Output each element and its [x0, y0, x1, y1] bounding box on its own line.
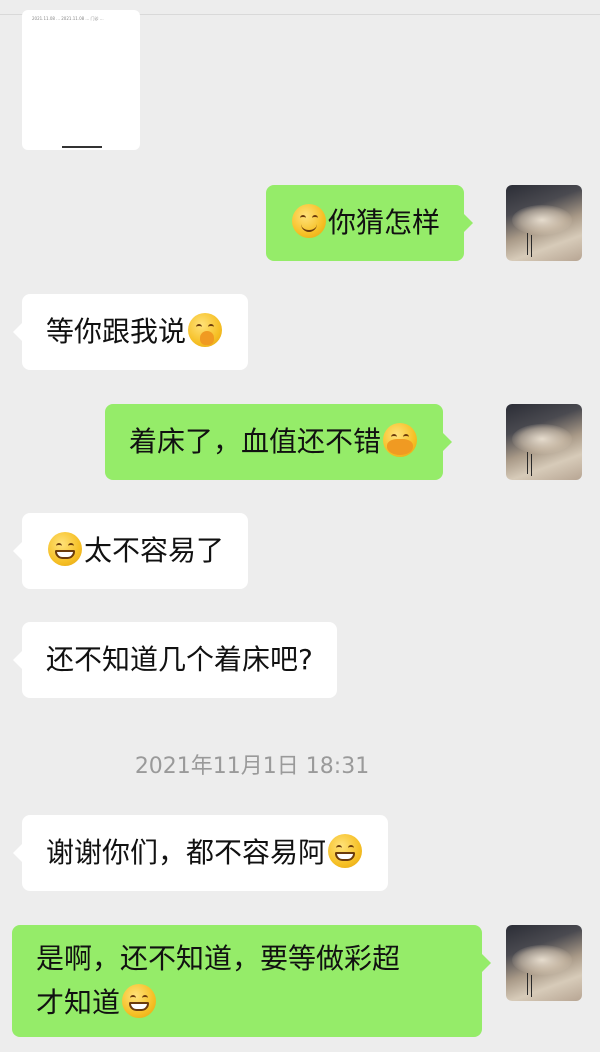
message-bubble-incoming[interactable]: 谢谢你们，都不容易阿 — [12, 815, 389, 891]
document-attachment-preview[interactable]: 2021.11.08 ... 2021.11.08 ... 门诊 ... — [22, 10, 140, 150]
chat-timestamp: 2021年11月1日 18:31 — [134, 754, 370, 779]
message-bubble-incoming[interactable]: 等你跟我说 — [12, 294, 249, 370]
thinking-face-icon — [188, 313, 223, 347]
message-text: 还不知道几个着床吧? — [46, 643, 313, 676]
message-text-line: 是啊，还不知道，要等做彩超 — [36, 942, 401, 975]
grinning-face-icon — [122, 984, 157, 1018]
avatar-self[interactable] — [506, 404, 582, 480]
message-bubble-outgoing[interactable]: 你猜怎样 — [266, 185, 474, 261]
grinning-face-icon — [48, 532, 82, 566]
message-bubble-incoming[interactable]: 太不容易了 — [12, 513, 249, 589]
grinning-face-icon — [328, 834, 363, 868]
message-text: 谢谢你们，都不容易阿 — [46, 836, 327, 869]
message-text: 等你跟我说 — [46, 315, 187, 348]
message-text: 着床了，血值还不错 — [129, 425, 382, 458]
message-text: 太不容易了 — [84, 534, 225, 567]
avatar-self[interactable] — [506, 185, 582, 261]
avatar-self[interactable] — [506, 925, 582, 1001]
fist-bump-icon — [383, 423, 418, 457]
message-bubble-incoming[interactable]: 还不知道几个着床吧? — [13, 622, 337, 698]
document-preview-text: 2021.11.08 ... 2021.11.08 ... 门诊 ... — [32, 16, 104, 21]
message-bubble-outgoing[interactable]: 是啊，还不知道，要等做彩超 才知道 — [12, 925, 491, 1037]
message-bubble-outgoing[interactable]: 着床了，血值还不错 — [105, 404, 453, 480]
smiling-face-icon — [292, 204, 326, 238]
message-text: 你猜怎样 — [328, 206, 441, 239]
message-text-line: 才知道 — [36, 981, 458, 1025]
document-preview-bar — [62, 146, 102, 148]
